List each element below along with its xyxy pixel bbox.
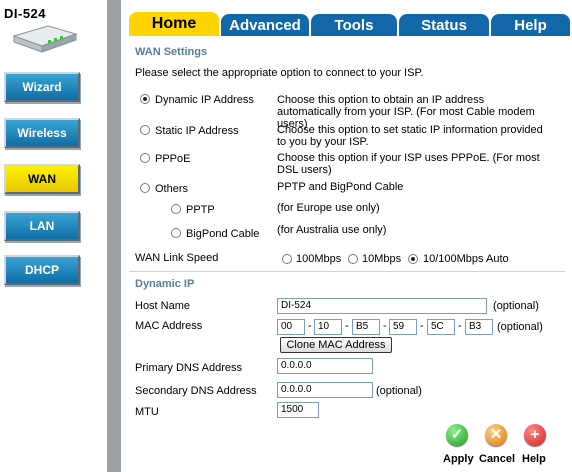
- apply-button[interactable]: Apply: [443, 453, 474, 465]
- label-others: Others: [155, 183, 189, 195]
- label-wan-link-speed: WAN Link Speed: [135, 252, 219, 264]
- radio-pppoe[interactable]: [140, 153, 150, 163]
- radio-pptp[interactable]: [171, 204, 181, 214]
- nav-wizard[interactable]: Wizard: [4, 72, 80, 102]
- sidebar-divider: [107, 0, 121, 472]
- tab-bar: Home Advanced Tools Status Help: [121, 0, 572, 36]
- sidebar: DI-524 Wizard Wireless WAN LAN DHCP: [0, 0, 107, 472]
- desc-others: PPTP and BigPond Cable: [277, 181, 404, 193]
- main-content: Home Advanced Tools Status Help WAN Sett…: [121, 0, 572, 472]
- wan-settings-title: WAN Settings: [135, 46, 208, 58]
- section-divider: [129, 271, 565, 272]
- mac-separator: -: [458, 320, 462, 332]
- radio-dynamic-ip[interactable]: [140, 94, 150, 104]
- nav-wireless-label: Wireless: [17, 126, 67, 140]
- nav-dhcp-label: DHCP: [24, 263, 59, 277]
- apply-icon[interactable]: ✓: [446, 424, 468, 446]
- cancel-icon[interactable]: ✕: [485, 424, 507, 446]
- radio-speed-100[interactable]: [282, 254, 292, 264]
- tab-help[interactable]: Help: [491, 14, 570, 36]
- mac-octet-4[interactable]: 59: [389, 319, 417, 335]
- mac-octet-6[interactable]: B3: [465, 319, 493, 335]
- mac-octet-5[interactable]: 5C: [427, 319, 455, 335]
- label-speed-100: 100Mbps: [296, 253, 342, 265]
- wan-page: WAN Settings Please select the appropria…: [121, 36, 572, 472]
- tab-status[interactable]: Status: [399, 14, 489, 36]
- host-optional: (optional): [493, 300, 539, 312]
- router-icon: [12, 25, 78, 53]
- mac-octet-2[interactable]: 10: [314, 319, 342, 335]
- label-primary-dns: Primary DNS Address: [135, 362, 242, 374]
- label-pppoe: PPPoE: [155, 153, 191, 165]
- mtu-input[interactable]: 1500: [277, 402, 319, 418]
- secondary-dns-input[interactable]: 0.0.0.0: [277, 382, 373, 398]
- radio-speed-10[interactable]: [348, 254, 358, 264]
- nav-wan[interactable]: WAN: [4, 164, 80, 194]
- label-host-name: Host Name: [135, 300, 191, 312]
- host-name-input[interactable]: DI-524: [277, 298, 487, 314]
- desc-static-ip: Choose this option to set static IP info…: [277, 124, 543, 148]
- nav-wizard-label: Wizard: [22, 80, 62, 94]
- mac-separator: -: [383, 320, 387, 332]
- dynamic-ip-title: Dynamic IP: [135, 278, 195, 290]
- mac-separator: -: [308, 320, 312, 332]
- mac-octet-3[interactable]: B5: [352, 319, 380, 335]
- tab-tools[interactable]: Tools: [311, 14, 397, 36]
- label-mtu: MTU: [135, 406, 159, 418]
- mac-octet-1[interactable]: 00: [277, 319, 305, 335]
- tab-advanced[interactable]: Advanced: [221, 14, 309, 36]
- help-icon[interactable]: +: [524, 424, 546, 446]
- mac-optional: (optional): [497, 321, 543, 333]
- tab-home[interactable]: Home: [129, 12, 219, 36]
- nav-wireless[interactable]: Wireless: [4, 118, 80, 148]
- primary-dns-input[interactable]: 0.0.0.0: [277, 358, 373, 374]
- desc-pptp: (for Europe use only): [277, 202, 380, 214]
- wan-intro: Please select the appropriate option to …: [135, 67, 424, 79]
- model-name: DI-524: [4, 6, 47, 21]
- mac-separator: -: [420, 320, 424, 332]
- nav-lan[interactable]: LAN: [4, 211, 80, 241]
- label-secondary-dns: Secondary DNS Address: [135, 385, 257, 397]
- label-pptp: PPTP: [186, 204, 215, 216]
- radio-others[interactable]: [140, 183, 150, 193]
- secondary-dns-optional: (optional): [376, 385, 422, 397]
- help-button[interactable]: Help: [522, 453, 546, 465]
- desc-bigpond: (for Australia use only): [277, 224, 387, 236]
- label-mac-address: MAC Address: [135, 320, 203, 332]
- mac-separator: -: [345, 320, 349, 332]
- label-speed-auto: 10/100Mbps Auto: [423, 253, 509, 265]
- label-speed-10: 10Mbps: [362, 253, 402, 265]
- nav-lan-label: LAN: [29, 219, 55, 233]
- label-static-ip: Static IP Address: [155, 125, 239, 137]
- radio-bigpond[interactable]: [171, 228, 181, 238]
- radio-static-ip[interactable]: [140, 125, 150, 135]
- radio-speed-auto[interactable]: [408, 254, 418, 264]
- nav-wan-label: WAN: [28, 172, 56, 186]
- cancel-button[interactable]: Cancel: [479, 453, 515, 465]
- nav-dhcp[interactable]: DHCP: [4, 255, 80, 285]
- label-dynamic-ip: Dynamic IP Address: [155, 94, 254, 106]
- desc-pppoe: Choose this option if your ISP uses PPPo…: [277, 152, 540, 176]
- label-bigpond: BigPond Cable: [186, 228, 260, 240]
- clone-mac-button[interactable]: Clone MAC Address: [280, 337, 392, 353]
